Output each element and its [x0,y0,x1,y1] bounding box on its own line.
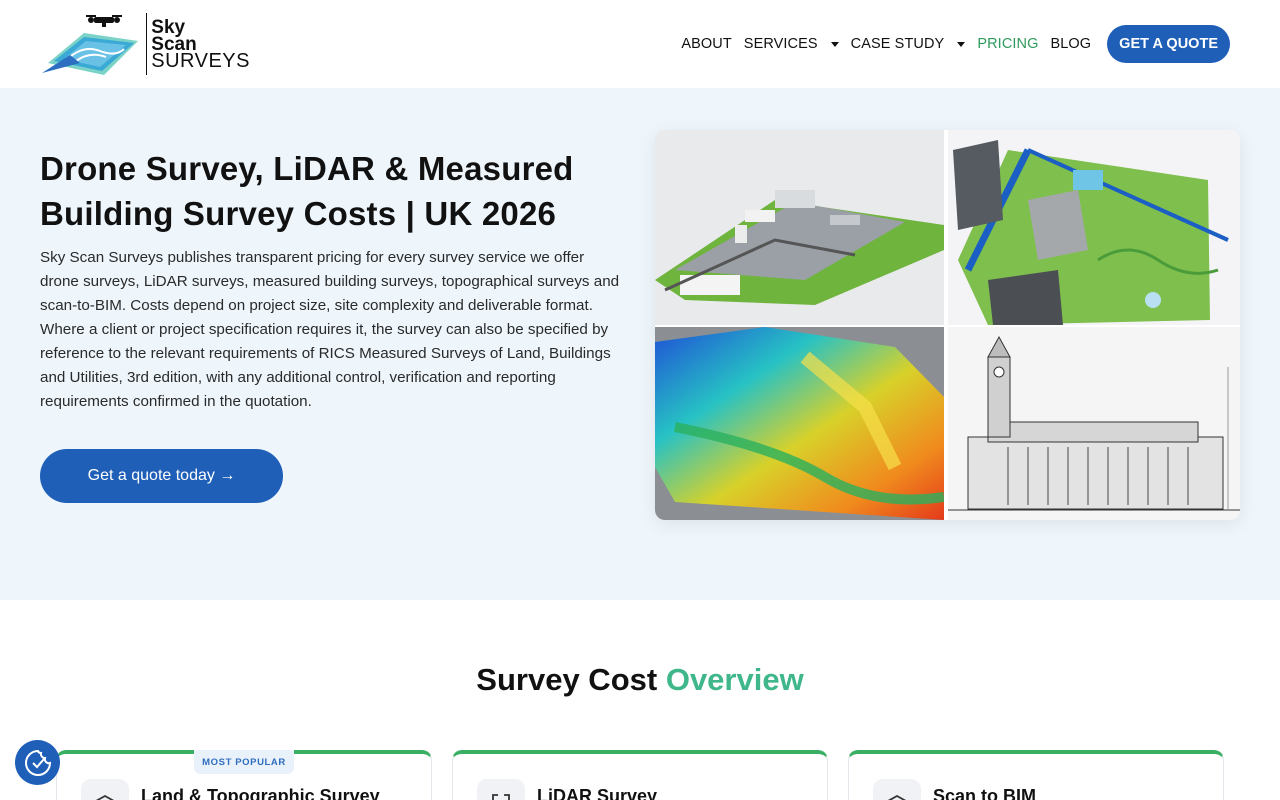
lidar-elevation-map-image [655,327,944,520]
nav-item-blog[interactable]: BLOG [1050,36,1091,52]
survey-cost-overview-heading: Survey Cost Overview [0,662,1280,698]
most-popular-badge: MOST POPULAR [194,750,294,774]
nav-item-pricing[interactable]: PRICING [977,36,1038,52]
get-quote-today-button[interactable]: Get a quote today → [40,449,283,503]
caret-down-icon [830,41,839,47]
nav-item-about[interactable]: ABOUT [681,36,731,52]
hero-description: Sky Scan Surveys publishes transparent p… [40,249,620,410]
scan-frame-icon [477,779,525,800]
get-a-quote-button[interactable]: GET A QUOTE [1107,25,1230,63]
nav-label: CASE STUDY [850,36,945,52]
logo-divider [146,13,148,75]
page-title: Drone Survey, LiDAR & Measured Building … [40,150,574,232]
layers-icon [81,779,129,800]
drone-map-logo-icon [40,11,140,77]
overview-title-accent: Overview [665,662,804,697]
site-plan-image [948,130,1240,325]
nav-label: SERVICES [743,36,818,52]
cookie-consent-button[interactable] [15,740,60,785]
site-header: Sky Scan SURVEYS ABOUT SERVICES CASE STU… [0,0,1280,88]
card-title: Scan to BIM [933,786,1037,800]
layers-icon [873,779,921,800]
main-nav: ABOUT SERVICES CASE STUDY PRICING BLOG G… [681,25,1230,63]
brand-logo[interactable]: Sky Scan SURVEYS [40,10,250,78]
3d-site-model-image [655,130,944,325]
card-title: LiDAR Survey [537,786,658,800]
nav-label: PRICING [977,36,1039,52]
brand-wordmark: Sky Scan SURVEYS [151,16,250,72]
nav-label: ABOUT [681,36,732,52]
card-title: Land & Topographic Survey [141,786,380,800]
nav-label: BLOG [1050,36,1092,52]
cookie-consent-icon [24,749,51,776]
overview-title-main: Survey Cost [476,662,658,697]
brand-line-3: SURVEYS [151,49,250,72]
pricing-card-land-topographic[interactable]: MOST POPULAR Land & Topographic Survey [56,750,432,800]
survey-image-collage [655,130,1240,520]
hero-section: Drone Survey, LiDAR & Measured Building … [0,88,1280,600]
building-elevation-drawing-image [948,327,1240,520]
nav-item-case-study[interactable]: CASE STUDY [851,36,966,52]
pricing-card-lidar[interactable]: LiDAR Survey [452,750,828,800]
caret-down-icon [957,41,966,47]
nav-item-services[interactable]: SERVICES [744,36,839,52]
brand-line-1: Sky [151,16,186,38]
pricing-card-scan-to-bim[interactable]: Scan to BIM [848,750,1224,800]
